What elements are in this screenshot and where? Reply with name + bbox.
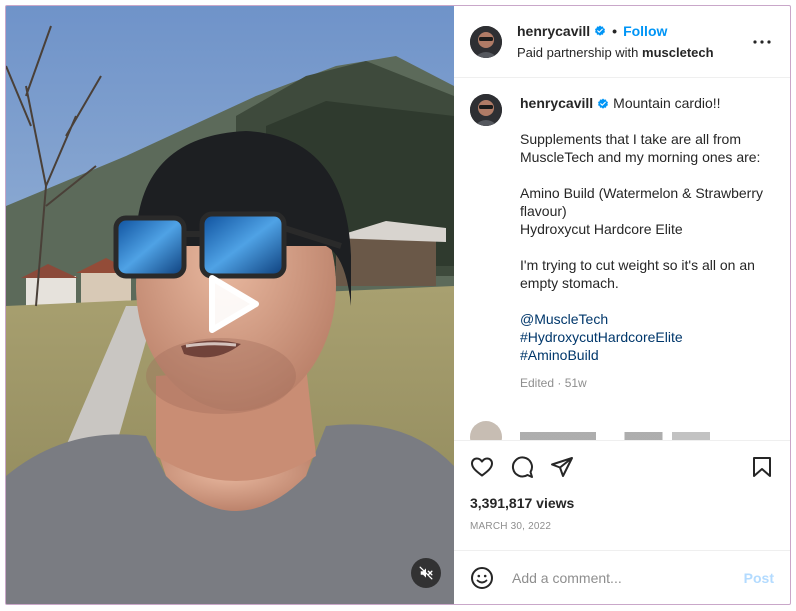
caption-hashtags: @MuscleTech #HydroxycutHardcoreElite #Am… — [520, 310, 772, 364]
play-button[interactable] — [198, 272, 262, 336]
next-comment-partial — [470, 421, 710, 440]
hashtag-link[interactable]: @MuscleTech — [520, 310, 772, 328]
post-video[interactable] — [6, 6, 454, 604]
partnership-prefix: Paid partnership with — [517, 45, 639, 60]
caption-paragraph-2b: Hydroxycut Hardcore Elite — [520, 221, 683, 237]
comment-button[interactable] — [510, 455, 534, 479]
heart-icon — [471, 457, 493, 477]
comment-input[interactable] — [510, 568, 744, 587]
caption-lead: Mountain cardio!! — [613, 95, 721, 111]
separator-dot: • — [612, 23, 618, 39]
avatar-image — [470, 25, 502, 58]
emoji-button[interactable] — [470, 566, 494, 590]
caption-paragraph-1: Supplements that I take are all from Mus… — [520, 131, 761, 165]
emoji-icon — [471, 566, 493, 589]
post-date[interactable]: MARCH 30, 2022 — [470, 521, 774, 532]
partner-link[interactable]: muscletech — [642, 45, 714, 60]
more-options-button[interactable] — [750, 30, 774, 54]
caption-paragraph-2a: Amino Build (Watermelon & Strawberry fla… — [520, 185, 764, 219]
comments-section[interactable]: henrycavill Mountain cardio!! Supplement… — [454, 78, 790, 440]
caption-meta: Edited · 51w — [520, 376, 587, 390]
post-comment-button[interactable]: Post — [744, 570, 774, 586]
commenter-avatar — [470, 421, 502, 440]
share-icon — [551, 457, 573, 477]
comment-composer: Post — [454, 550, 790, 604]
share-button[interactable] — [550, 455, 574, 479]
verified-badge-icon — [598, 98, 609, 109]
hashtag-link[interactable]: #HydroxycutHardcoreElite — [520, 328, 772, 346]
like-button[interactable] — [470, 455, 494, 479]
follow-button[interactable]: Follow — [623, 22, 667, 40]
header-text: henrycavill • Follow Paid partnership wi… — [517, 22, 750, 61]
more-icon — [753, 39, 771, 44]
partnership-label: Paid partnership with muscletech — [517, 44, 750, 61]
hashtag-link[interactable]: #AminoBuild — [520, 346, 772, 364]
author-username[interactable]: henrycavill — [517, 22, 590, 40]
author-avatar[interactable] — [470, 25, 502, 58]
post-modal: henrycavill • Follow Paid partnership wi… — [5, 5, 791, 605]
mute-button[interactable] — [411, 558, 441, 588]
comment-icon — [511, 456, 533, 478]
avatar-image — [470, 94, 502, 126]
muted-speaker-icon — [419, 566, 433, 580]
caption-avatar[interactable] — [470, 94, 502, 126]
caption-username[interactable]: henrycavill — [520, 95, 593, 111]
verified-badge-icon — [595, 25, 606, 36]
post-header: henrycavill • Follow Paid partnership wi… — [454, 6, 790, 78]
bookmark-icon — [753, 457, 771, 477]
view-count[interactable]: 3,391,817 views — [470, 495, 774, 511]
action-bar: 3,391,817 views MARCH 30, 2022 — [454, 440, 790, 550]
post-side-panel: henrycavill • Follow Paid partnership wi… — [454, 6, 790, 604]
play-icon — [209, 275, 259, 333]
caption-paragraph-3: I'm trying to cut weight so it's all on … — [520, 257, 755, 291]
truncated-comment-text — [520, 432, 710, 440]
caption-body: henrycavill Mountain cardio!! Supplement… — [520, 94, 772, 392]
caption: henrycavill Mountain cardio!! Supplement… — [470, 94, 774, 392]
save-button[interactable] — [750, 455, 774, 479]
